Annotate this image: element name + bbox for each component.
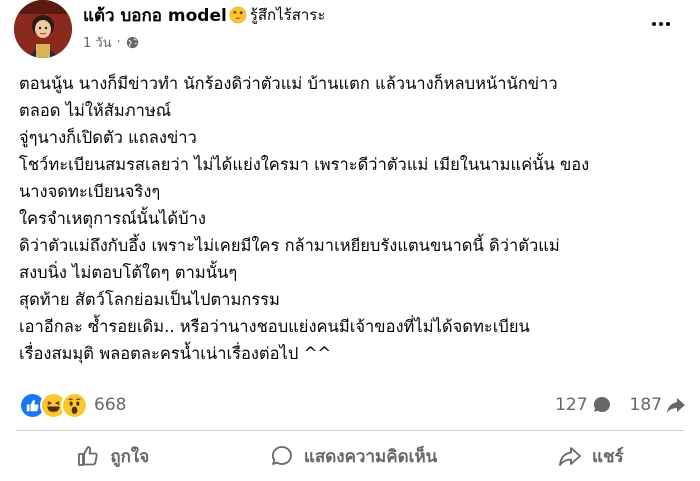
post-text-line: สุดท้าย สัตว์โลกย่อมเป็นไปตามกรรม — [19, 290, 280, 309]
more-options-button[interactable] — [646, 12, 676, 36]
author-line: แต้ว บอกอ model รู้สึกไร้สาระ — [83, 3, 325, 27]
comment-bubble-icon — [593, 396, 610, 412]
comment-button[interactable]: แสดงความคิดเห็น — [270, 443, 437, 470]
post-text-line: โชว์ทะเบียนสมรสเลยว่า ไม่ได้แย่งใครมา เพ… — [19, 155, 590, 174]
divider — [16, 430, 684, 431]
post-text-line: ตอนนู้น นางก็มีข่าวทำ นักร้องดิว่าตัวแม่… — [19, 74, 558, 93]
share-count[interactable]: 187 — [630, 395, 686, 415]
meta-separator: · — [116, 34, 121, 50]
wow-reaction-icon — [61, 391, 88, 419]
post-text-line: ตลอด ไม่ให้สัมภาษณ์ — [19, 101, 172, 120]
feeling-text: รู้สึกไร้สาระ — [249, 6, 326, 24]
reaction-count: 668 — [94, 395, 127, 415]
like-label: ถูกใจ — [110, 446, 150, 467]
like-button[interactable]: ถูกใจ — [76, 443, 149, 470]
globe-icon[interactable] — [126, 36, 139, 49]
action-bar: ถูกใจ แสดงความคิดเห็น แชร์ — [16, 434, 684, 478]
comment-icon — [271, 446, 292, 465]
engagement-stats: 127 187 — [537, 392, 686, 418]
more-dot-icon — [666, 22, 670, 26]
more-dot-icon — [659, 22, 663, 26]
reactions-summary[interactable]: 668 — [19, 391, 127, 419]
avatar-image — [14, 0, 72, 58]
thumbs-up-icon — [78, 446, 98, 466]
avatar[interactable] — [14, 0, 72, 58]
more-dot-icon — [652, 22, 656, 26]
facebook-post: แต้ว บอกอ model รู้สึกไร้สาระ 1 วัน · ตอ… — [0, 0, 700, 481]
post-text-line: จู่ๆนางก็เปิดตัว แถลงข่าว — [19, 128, 197, 147]
post-text: ตอนนู้น นางก็มีข่าวทำ นักร้องดิว่าตัวแม่… — [19, 70, 689, 367]
post-text-line: เรื่องสมมุติ พลอตละครน้ำเน่าเรื่องต่อไป … — [19, 344, 332, 363]
dizzy-face-emoji-icon — [229, 6, 247, 24]
post-text-line: ดิว่าตัวแม่ถึงกับอึ้ง เพราะไม่เคยมีใคร ก… — [19, 236, 560, 255]
comment-label: แสดงความคิดเห็น — [303, 446, 438, 467]
post-meta: 1 วัน · — [83, 32, 139, 52]
share-button[interactable]: แชร์ — [558, 443, 624, 470]
share-icon — [559, 447, 581, 466]
post-text-line: นางจดทะเบียนจริงๆ — [19, 182, 161, 201]
share-label: แชร์ — [591, 446, 624, 467]
share-count-value: 187 — [629, 395, 662, 415]
comment-count-value: 127 — [555, 395, 588, 415]
share-arrow-icon — [667, 398, 685, 413]
post-text-line: สงบนิ่ง ไม่ตอบโต้ใดๆ ตามนั้นๆ — [19, 263, 238, 282]
post-text-line: เอาอีกละ ซ้ำรอยเดิม.. หรือว่านางชอบแย่งค… — [19, 317, 530, 336]
post-text-line: ใครจำเหตุการณ์นั้นได้บ้าง — [19, 209, 206, 228]
comment-count[interactable]: 127 — [555, 395, 611, 415]
post-time[interactable]: 1 วัน — [83, 32, 112, 53]
author-name[interactable]: แต้ว บอกอ model — [83, 2, 227, 29]
